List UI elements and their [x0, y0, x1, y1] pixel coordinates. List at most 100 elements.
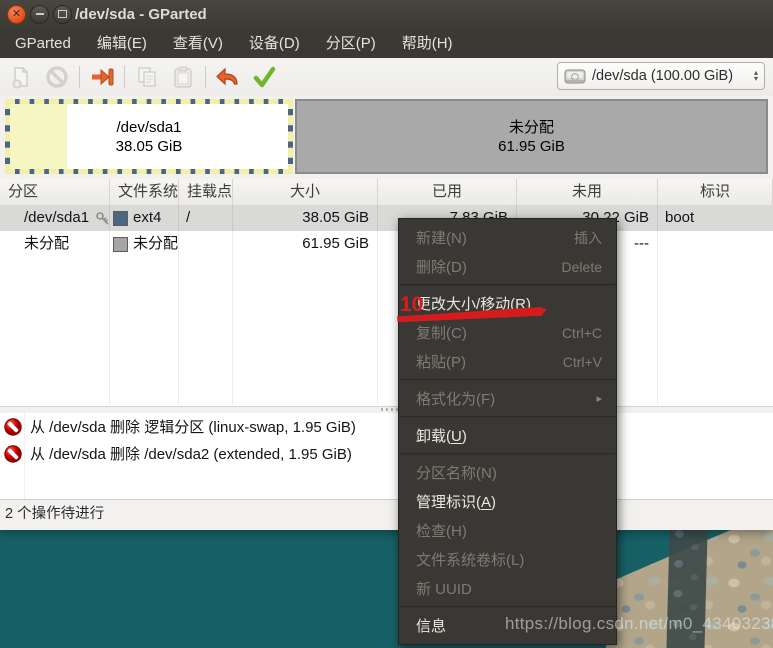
- undo-button[interactable]: [211, 62, 245, 92]
- maximize-button[interactable]: [53, 5, 72, 24]
- gparted-window: ✕ /dev/sda - GParted GParted 编辑(E) 查看(V) 设备…: [0, 0, 773, 530]
- menu-item-accel: Ctrl+C: [561, 324, 602, 341]
- menu-item-label: 卸载(U): [416, 428, 467, 445]
- delete-operation-icon: [4, 444, 22, 463]
- menubar-item-4[interactable]: 分区(P): [313, 30, 389, 57]
- partition-name: 未分配: [24, 235, 70, 252]
- menu-item: 复制(C) Ctrl+C: [399, 318, 616, 347]
- menu-item-label: 分区名称(N): [416, 465, 497, 482]
- menubar-item-3[interactable]: 设备(D): [236, 30, 313, 57]
- menu-item-label: 复制(C): [416, 325, 467, 342]
- menu-item-label: 文件系统卷标(L): [416, 552, 525, 569]
- cell-mountpoint: [179, 231, 233, 257]
- filesystem-name: 未分配: [133, 235, 179, 252]
- column-header[interactable]: 挂载点: [179, 179, 233, 205]
- operation-row[interactable]: 从 /dev/sda 删除 /dev/sda2 (extended, 1.95 …: [0, 440, 773, 467]
- cell-mountpoint: /: [186, 209, 191, 226]
- cell-filesystem: 未分配: [110, 231, 179, 257]
- cell-filesystem: ext4: [110, 205, 179, 231]
- apply-button[interactable]: [247, 62, 281, 92]
- partition-block-size: 38.05 GiB: [115, 137, 183, 155]
- partition-block-name: /dev/sda1: [116, 118, 182, 136]
- column-divider: [377, 205, 378, 405]
- device-selector-value: /dev/sda (100.00 GiB): [592, 68, 734, 84]
- close-button[interactable]: ✕: [7, 5, 26, 24]
- menu-separator: [400, 379, 615, 381]
- toolbar: /dev/sda (100.00 GiB) ▴ ▾: [0, 58, 773, 97]
- cell-size: 61.95 GiB: [302, 235, 369, 252]
- operation-row[interactable]: 从 /dev/sda 删除 逻辑分区 (linux-swap, 1.95 GiB…: [0, 413, 773, 440]
- operation-text: 从 /dev/sda 删除 逻辑分区 (linux-swap, 1.95 GiB…: [30, 419, 356, 436]
- table-header: 分区 文件系统 挂载点 大小 已用 未用 标识: [0, 179, 773, 206]
- device-selector[interactable]: /dev/sda (100.00 GiB) ▴ ▾: [557, 62, 765, 90]
- filesystem-color-swatch: [113, 236, 128, 252]
- unallocated-block-name: 未分配: [508, 118, 554, 136]
- column-header[interactable]: 分区: [0, 179, 110, 205]
- spinner-arrows-icon[interactable]: ▴ ▾: [754, 69, 758, 83]
- unallocated-block-size: 61.95 GiB: [498, 137, 565, 155]
- menubar-item-5[interactable]: 帮助(H): [389, 30, 466, 57]
- menubar: GParted 编辑(E) 查看(V) 设备(D) 分区(P) 帮助(H): [0, 30, 773, 59]
- menu-item-label: 信息: [416, 618, 447, 635]
- partition-name: /dev/sda1: [24, 209, 90, 226]
- operation-text: 从 /dev/sda 删除 /dev/sda2 (extended, 1.95 …: [30, 446, 352, 463]
- menubar-item-2[interactable]: 查看(V): [160, 30, 236, 57]
- partition-block-sda1[interactable]: /dev/sda1 38.05 GiB: [5, 99, 293, 174]
- column-divider: [657, 205, 658, 405]
- menu-item-accel: Delete: [561, 258, 602, 275]
- menubar-item-0[interactable]: GParted: [2, 30, 84, 57]
- cell-size: 38.05 GiB: [302, 209, 369, 226]
- menu-item: 粘贴(P) Ctrl+V: [399, 347, 616, 376]
- menu-item: 文件系统卷标(L): [399, 545, 616, 574]
- menu-item: 检查(H): [399, 516, 616, 545]
- copy-icon: [135, 65, 159, 89]
- cell-partition: 未分配: [0, 231, 110, 257]
- key-icon: [95, 211, 110, 226]
- toolbar-separator: [79, 66, 80, 88]
- paste-icon: [171, 65, 195, 89]
- filesystem-color-swatch: [113, 210, 128, 226]
- column-header[interactable]: 大小: [233, 179, 378, 205]
- column-header[interactable]: 文件系统: [110, 179, 179, 205]
- menu-item-label: 新建(N): [416, 230, 467, 247]
- menu-separator: [400, 453, 615, 455]
- resize-arrow-icon: [89, 65, 115, 89]
- splitter-grip-icon: [381, 408, 399, 411]
- menu-item: 格式化为(F) ▸: [399, 384, 616, 413]
- column-divider: [232, 205, 233, 405]
- menu-item[interactable]: 卸载(U): [399, 421, 616, 450]
- menu-item-label: 管理标识(A): [416, 494, 497, 511]
- menu-item-label: 检查(H): [416, 523, 467, 540]
- partition-block-unallocated[interactable]: 未分配 61.95 GiB: [295, 99, 768, 174]
- menubar-item-1[interactable]: 编辑(E): [84, 30, 160, 57]
- partition-visual-pane: /dev/sda1 38.05 GiB 未分配 61.95 GiB: [0, 96, 773, 180]
- pending-operations-text: 2 个操作待进行: [5, 506, 105, 522]
- cell-partition: /dev/sda1: [0, 205, 110, 231]
- menu-item: 删除(D) Delete: [399, 252, 616, 281]
- menu-item: 分区名称(N): [399, 458, 616, 487]
- menu-item-accel: 插入: [574, 229, 602, 246]
- delete-partition-button: [40, 62, 74, 92]
- maximize-icon: [58, 10, 67, 19]
- menu-separator: [400, 606, 615, 608]
- resize-move-button[interactable]: [85, 62, 119, 92]
- forbidden-icon: [45, 65, 69, 89]
- menu-item[interactable]: 管理标识(A): [399, 487, 616, 516]
- partition-block-label: /dev/sda1 38.05 GiB: [10, 104, 288, 169]
- operations-list: 从 /dev/sda 删除 逻辑分区 (linux-swap, 1.95 GiB…: [0, 413, 773, 499]
- column-header[interactable]: 未用: [517, 179, 658, 205]
- paste-button: [166, 62, 200, 92]
- column-header[interactable]: 已用: [378, 179, 517, 205]
- delete-operation-icon: [4, 417, 22, 436]
- minimize-icon: [35, 13, 44, 16]
- unallocated-block-label: 未分配 61.95 GiB: [297, 101, 766, 172]
- menu-item-label: 粘贴(P): [416, 354, 466, 371]
- column-header[interactable]: 标识: [658, 179, 773, 205]
- cell-flags: [658, 231, 773, 257]
- new-partition-button: [4, 62, 38, 92]
- hard-drive-icon: [564, 68, 586, 85]
- menu-item-accel: Ctrl+V: [562, 353, 602, 370]
- titlebar[interactable]: ✕ /dev/sda - GParted: [0, 0, 773, 31]
- minimize-button[interactable]: [30, 5, 49, 24]
- menu-separator: [400, 284, 615, 286]
